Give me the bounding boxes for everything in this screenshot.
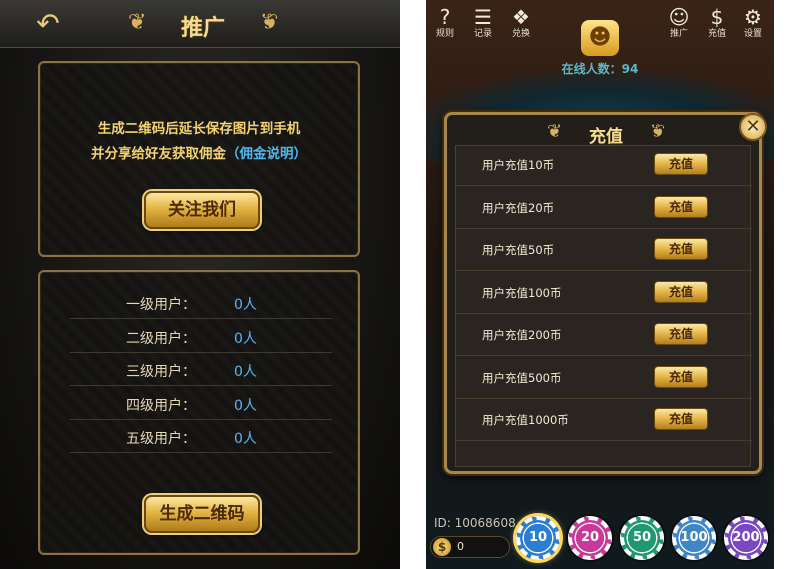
share-info-panel: 生成二维码后延长保存图片到手机 并分享给好友获取佣金（佣金说明） 关注我们: [38, 61, 360, 257]
rules-label: 规则: [435, 29, 454, 39]
recharge-item-label: 用户充值50币: [482, 243, 555, 257]
chip-100[interactable]: 100: [672, 516, 716, 560]
recharge-row: 用户充值200币 充值: [456, 313, 752, 356]
commission-explanation-link[interactable]: （佣金说明）: [226, 146, 307, 162]
promotion-button[interactable]: ☺ 推广: [664, 6, 694, 40]
user-level-count: 0人: [234, 431, 257, 447]
game-lobby-screen: ? 规则 ☰ 记录 ❖ 兑换 ☺ 推广 $ 充值 ⚙ 设置 ☻ 在线人数：94 …: [426, 0, 774, 569]
recharge-row: 用户充值20币 充值: [456, 186, 752, 229]
recharge-row: 用户充值1000币 充值: [456, 398, 752, 441]
recharge-label: 充值: [707, 29, 726, 39]
coin-balance-value: 0: [457, 540, 464, 553]
moneybag-icon: $: [710, 5, 724, 29]
recharge-row: 用户充值100币 充值: [456, 271, 752, 314]
title-banner: ❦ 推广 ❦: [128, 4, 278, 44]
recharge-row: 用户充值10币 充值: [456, 143, 752, 186]
online-label: 在线人数：: [561, 62, 622, 76]
rules-button[interactable]: ? 规则: [430, 6, 460, 40]
share-instructions: 生成二维码后延长保存图片到手机 并分享给好友获取佣金（佣金说明）: [40, 117, 358, 167]
recharge-item-button[interactable]: 充值: [654, 408, 708, 430]
recharge-item-label: 用户充值20币: [482, 200, 555, 215]
recharge-item-button[interactable]: 充值: [654, 365, 708, 388]
user-level-row: 四级用户： 0人: [70, 387, 332, 420]
recharge-list: 用户充值10币 充值 用户充值20币 充值 用户充值50币 充值 用户充值100币 充值 用户充…: [455, 143, 752, 467]
recharge-item-label: 用户充值100币: [482, 285, 562, 300]
recharge-item-button[interactable]: 充值: [654, 238, 708, 260]
user-level-label: 五级用户：: [126, 431, 196, 447]
recharge-dialog: ❦ 充值 ❦ ✕ 用户充值10币 充值 用户充值20币 充值 用户充值50币 充值 用户充值…: [444, 112, 767, 474]
user-levels-panel: 一级用户： 0人 二级用户： 0人 三级用户： 0人 四级用户： 0人 五级用户： 0人 生成二维…: [38, 270, 360, 555]
exchange-button[interactable]: ❖ 兑换: [506, 6, 536, 40]
info-line-1: 生成二维码后延长保存图片到手机: [97, 121, 301, 137]
laurel-right-icon: ❦: [649, 121, 665, 142]
question-icon: ?: [439, 5, 451, 29]
exchange-label: 兑换: [511, 29, 530, 39]
records-label: 记录: [473, 29, 492, 39]
recharge-item-label: 用户充值500币: [482, 370, 562, 385]
promotion-screen: ↶ ❦ 推广 ❦ 生成二维码后延长保存图片到手机 并分享给好友获取佣金（佣金说明…: [0, 0, 400, 569]
coin-balance: $ 0: [430, 536, 510, 558]
chip-10[interactable]: 10: [516, 516, 560, 560]
recharge-item-label: 用户充值10币: [482, 158, 555, 172]
coin-icon: $: [433, 538, 451, 556]
user-level-count: 0人: [234, 297, 257, 313]
laurel-right-icon: ❦: [259, 10, 278, 35]
recharge-item-button[interactable]: 充值: [654, 195, 708, 218]
gear-icon: ⚙: [744, 5, 762, 29]
online-count: 在线人数：94: [426, 60, 774, 77]
recharge-row: 用户充值50币 充值: [456, 228, 752, 271]
user-level-label: 二级用户：: [126, 330, 196, 347]
info-line-2: 并分享给好友获取佣金（佣金说明）: [40, 142, 358, 167]
recharge-item-button[interactable]: 充值: [654, 153, 708, 175]
chip-20[interactable]: 20: [568, 516, 612, 560]
top-bar: ↶ ❦ 推广 ❦: [0, 0, 400, 48]
chip-200[interactable]: 200: [724, 516, 768, 560]
user-level-row: 三级用户： 0人: [70, 353, 332, 386]
promotion-label: 推广: [669, 29, 688, 39]
page-title: 推广: [180, 16, 225, 41]
recharge-row: 用户充值500币 充值: [456, 356, 752, 399]
back-arrow-icon[interactable]: ↶: [28, 8, 68, 40]
online-number: 94: [621, 62, 639, 76]
players-avatar-icon: ☻: [581, 20, 619, 56]
user-level-label: 三级用户：: [126, 364, 196, 380]
settings-button[interactable]: ⚙ 设置: [738, 6, 768, 40]
user-level-row: 一级用户： 0人: [70, 286, 332, 319]
recharge-button[interactable]: $ 充值: [702, 6, 732, 40]
follow-us-button[interactable]: 关注我们: [144, 191, 260, 229]
user-level-row: 二级用户： 0人: [70, 320, 332, 353]
user-level-row: 五级用户： 0人: [70, 420, 332, 453]
recharge-item-label: 用户充值1000币: [482, 413, 569, 427]
recharge-item-label: 用户充值200币: [482, 328, 562, 342]
user-level-label: 一级用户：: [126, 297, 196, 313]
records-button[interactable]: ☰ 记录: [468, 6, 498, 40]
gift-icon: ❖: [512, 5, 530, 29]
close-icon[interactable]: ✕: [739, 113, 767, 141]
user-level-count: 0人: [234, 330, 257, 347]
settings-label: 设置: [743, 29, 762, 39]
user-level-label: 四级用户：: [126, 397, 196, 414]
group-icon: ☺: [668, 5, 690, 29]
info-line-2-text: 并分享给好友获取佣金: [91, 146, 226, 162]
recharge-item-button[interactable]: 充值: [654, 323, 708, 345]
player-id: ID: 10068608: [434, 516, 516, 530]
clipboard-icon: ☰: [474, 5, 492, 29]
recharge-item-button[interactable]: 充值: [654, 280, 708, 303]
chip-50[interactable]: 50: [620, 516, 664, 560]
bottom-bar: ID: 10068608 $ 0 10 20 50 100 200: [426, 506, 774, 569]
generate-qr-button[interactable]: 生成二维码: [144, 495, 260, 533]
user-level-count: 0人: [234, 364, 257, 380]
user-level-count: 0人: [234, 397, 257, 414]
